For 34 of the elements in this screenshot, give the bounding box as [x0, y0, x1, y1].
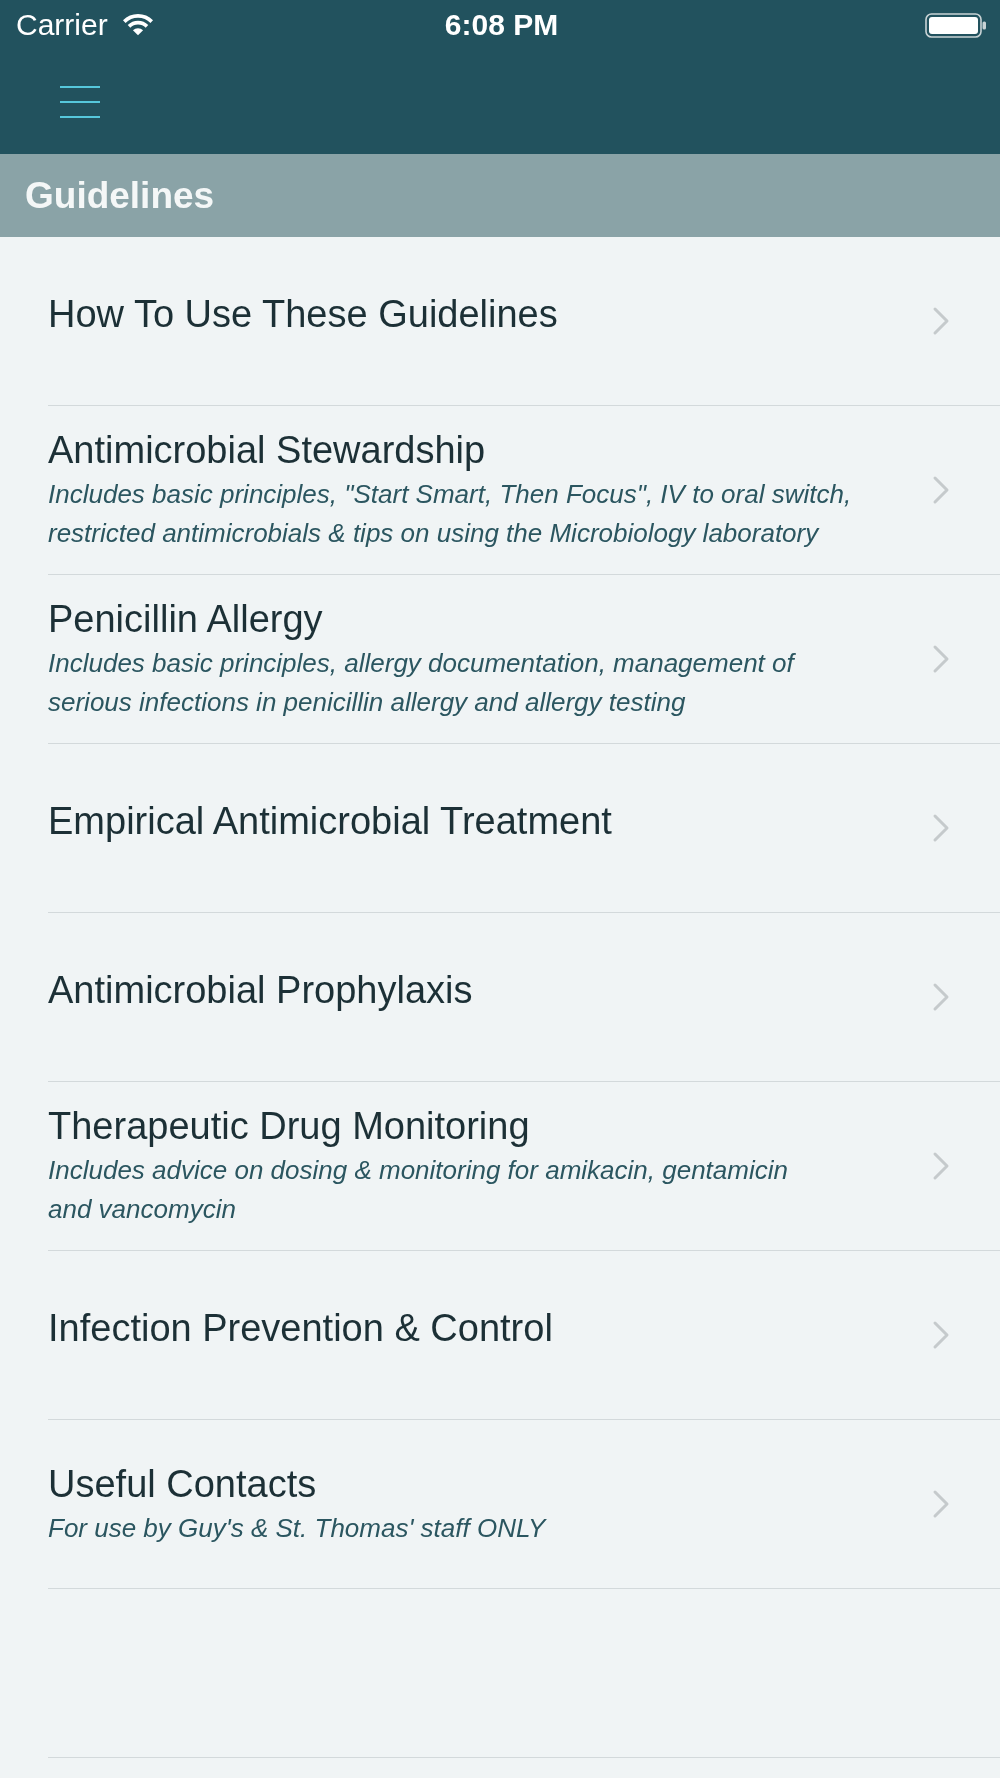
- menu-icon[interactable]: [60, 86, 100, 118]
- item-description: Includes basic principles, "Start Smart, Then Focus", IV to oral switch, restricted antimicrobials & tips on using the Microbiology laboratory: [48, 478, 852, 550]
- item-title: Antimicrobial Stewardship: [48, 428, 486, 473]
- item-title: Useful Contacts: [48, 1461, 317, 1507]
- guideline-item[interactable]: Empirical Antimicrobial Treatment: [48, 744, 1000, 913]
- battery-icon: [925, 12, 987, 38]
- guideline-item[interactable]: Antimicrobial Stewardship Includes basic principles, "Start Smart, Then Focus", IV to oral switch, restricted antimicrobials & tips on using the Microbiology laboratory: [48, 406, 1000, 575]
- wifi-icon: [120, 13, 155, 37]
- chevron-icon: [932, 1151, 950, 1181]
- clock-time: 6:08 PM: [444, 8, 559, 42]
- chevron-icon: [932, 982, 950, 1012]
- carrier-label: Carrier: [16, 8, 108, 42]
- chevron-icon: [932, 1489, 950, 1519]
- guideline-item[interactable]: Infection Prevention & Control: [48, 1251, 1000, 1420]
- item-description: Includes advice on dosing & monitoring for amikacin, gentamicin and vancomycin: [48, 1154, 788, 1226]
- guideline-item[interactable]: How To Use These Guidelines: [48, 237, 1000, 406]
- guideline-item[interactable]: Useful Contacts For use by Guy's & St. Thomas' staff ONLY: [48, 1420, 1000, 1589]
- item-description: Includes basic principles, allergy documentation, management of serious infections in penicillin allergy and allergy testing: [48, 647, 794, 719]
- item-title: Infection Prevention & Control: [48, 1306, 553, 1351]
- chevron-icon: [932, 1320, 950, 1350]
- item-title: Therapeutic Drug Monitoring: [48, 1104, 530, 1149]
- item-description: For use by Guy's & St. Thomas' staff ONLY: [48, 1511, 546, 1545]
- chevron-icon: [932, 813, 950, 843]
- item-title: Empirical Antimicrobial Treatment: [48, 799, 612, 844]
- chevron-icon: [932, 475, 950, 505]
- item-title: Antimicrobial Prophylaxis: [48, 968, 473, 1013]
- guideline-item[interactable]: Therapeutic Drug Monitoring Includes advice on dosing & monitoring for amikacin, gentamicin and vancomycin: [48, 1082, 1000, 1251]
- chevron-icon: [932, 306, 950, 336]
- guideline-item[interactable]: Antimicrobial Prophylaxis: [48, 913, 1000, 1082]
- item-title: How To Use These Guidelines: [48, 292, 558, 337]
- section-title: Guidelines: [25, 173, 215, 218]
- item-title: Penicillin Allergy: [48, 597, 323, 642]
- chevron-icon: [932, 644, 950, 674]
- guideline-item[interactable]: Penicillin Allergy Includes basic principles, allergy documentation, management of serious infections in penicillin allergy and allergy testing: [48, 575, 1000, 744]
